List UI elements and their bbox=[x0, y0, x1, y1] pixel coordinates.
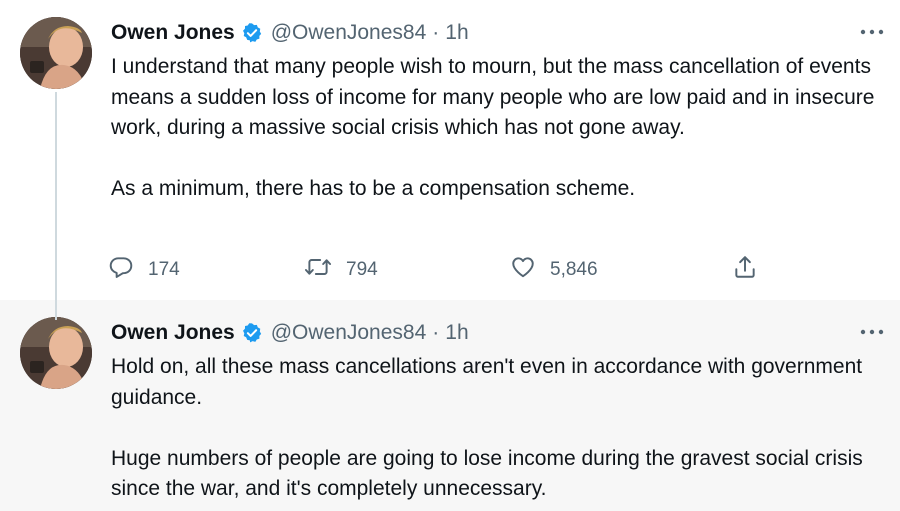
avatar[interactable] bbox=[20, 317, 92, 389]
separator-dot: · bbox=[432, 321, 440, 344]
separator-dot: · bbox=[432, 21, 440, 44]
tweet[interactable]: Owen Jones @OwenJones84 · 1h Hold on, al… bbox=[0, 300, 900, 511]
tweet-text: Hold on, all these mass cancellations ar… bbox=[111, 352, 881, 505]
author-name[interactable]: Owen Jones bbox=[111, 21, 235, 45]
avatar[interactable] bbox=[20, 17, 92, 89]
tweet-header: Owen Jones @OwenJones84 · 1h bbox=[111, 318, 469, 348]
tweet-paragraph: Hold on, all these mass cancellations ar… bbox=[111, 355, 863, 409]
author-name[interactable]: Owen Jones bbox=[111, 321, 235, 345]
verified-badge-icon bbox=[241, 322, 263, 344]
share-icon bbox=[732, 254, 758, 286]
author-handle[interactable]: @OwenJones84 bbox=[271, 321, 427, 345]
tweet-paragraph: I understand that many people wish to mo… bbox=[111, 55, 875, 139]
reply-button[interactable]: 174 bbox=[108, 254, 180, 286]
more-options-icon[interactable] bbox=[858, 22, 886, 42]
timestamp[interactable]: 1h bbox=[445, 321, 468, 345]
more-options-icon[interactable] bbox=[858, 322, 886, 342]
retweet-button[interactable]: 794 bbox=[304, 254, 378, 286]
tweet[interactable]: Owen Jones @OwenJones84 · 1h I understan… bbox=[0, 0, 900, 300]
author-handle[interactable]: @OwenJones84 bbox=[271, 21, 427, 45]
like-count: 5,846 bbox=[550, 259, 598, 280]
thread-connector-line bbox=[55, 92, 57, 320]
tweet-paragraph: As a minimum, there has to be a compensa… bbox=[111, 177, 636, 200]
timestamp[interactable]: 1h bbox=[445, 21, 468, 45]
tweet-text: I understand that many people wish to mo… bbox=[111, 52, 881, 205]
action-bar: 174 794 5,846 bbox=[108, 254, 768, 286]
reply-count: 174 bbox=[148, 259, 180, 280]
share-button[interactable] bbox=[732, 254, 758, 286]
like-icon bbox=[510, 254, 536, 286]
tweet-header: Owen Jones @OwenJones84 · 1h bbox=[111, 18, 469, 48]
tweet-paragraph: Huge numbers of people are going to lose… bbox=[111, 446, 863, 501]
verified-badge-icon bbox=[241, 22, 263, 44]
like-button[interactable]: 5,846 bbox=[510, 254, 598, 286]
reply-icon bbox=[108, 254, 134, 286]
retweet-icon bbox=[304, 254, 332, 286]
retweet-count: 794 bbox=[346, 259, 378, 280]
